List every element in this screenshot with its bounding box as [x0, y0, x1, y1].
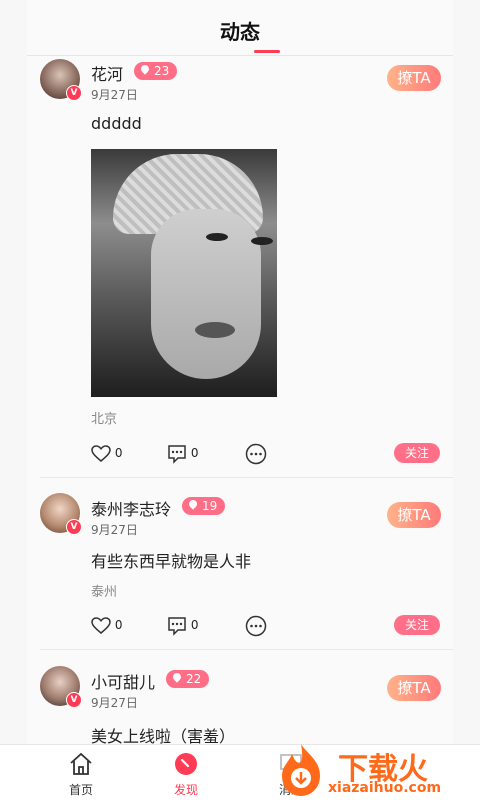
location-pin-icon: [171, 671, 183, 683]
compass-icon: [175, 753, 197, 775]
level-value: 19: [202, 499, 218, 513]
post-date: 9月27日: [91, 523, 138, 537]
user-name[interactable]: 花河: [91, 61, 123, 85]
tab-discover[interactable]: 发现: [146, 751, 226, 798]
verified-badge: V: [66, 85, 82, 101]
top-bar: 动态: [27, 0, 453, 56]
photo-eye: [206, 233, 228, 241]
post-date: 9月27日: [91, 88, 138, 102]
post-card: V 花河 23 9月27日 撩TA ddddd 北京 0 0 关注: [27, 56, 453, 478]
location-pin-icon: [187, 498, 199, 510]
comment-count: 0: [190, 618, 199, 632]
more-button[interactable]: [245, 614, 267, 637]
level-badge: 23: [134, 62, 178, 80]
more-button[interactable]: [245, 442, 267, 465]
watermark-logo: 下载火 xiazaihuo.com: [270, 740, 470, 800]
page-title: 动态: [220, 20, 260, 44]
post-photo[interactable]: [91, 149, 277, 397]
comment-button[interactable]: 0: [167, 442, 198, 464]
level-badge: 19: [182, 497, 226, 515]
home-icon: [70, 752, 92, 775]
heart-icon: [91, 616, 111, 634]
comment-button[interactable]: 0: [167, 614, 198, 636]
avatar[interactable]: V: [40, 493, 82, 535]
user-name[interactable]: 泰州李志玲: [91, 496, 171, 520]
post-actions: 0 0: [91, 614, 441, 636]
post-card: V 小可甜儿 22 9月27日 撩TA 美女上线啦（害羞）: [27, 650, 453, 744]
watermark-url: xiazaihuo.com: [328, 780, 442, 796]
flame-icon: [282, 744, 320, 796]
flirt-button[interactable]: 撩TA: [387, 65, 441, 91]
level-badge: 22: [166, 670, 210, 688]
post-location: 北京: [91, 412, 118, 427]
post-date: 9月27日: [91, 696, 138, 710]
level-value: 23: [154, 64, 170, 78]
location-pin-icon: [139, 63, 151, 75]
comment-icon: [168, 444, 186, 464]
post-card: V 泰州李志玲 19 9月27日 撩TA 有些东西早就物是人非 泰州 0 0 关…: [27, 478, 453, 650]
post-location: 泰州: [91, 585, 118, 600]
avatar[interactable]: V: [40, 59, 82, 101]
flirt-button[interactable]: 撩TA: [387, 502, 441, 528]
flirt-button[interactable]: 撩TA: [387, 675, 441, 701]
user-name[interactable]: 小可甜儿: [91, 669, 155, 693]
heart-icon: [91, 444, 111, 462]
like-count: 0: [114, 618, 123, 632]
comment-icon: [168, 616, 186, 636]
post-text: ddddd: [91, 114, 142, 133]
tab-home[interactable]: 首页: [41, 751, 121, 798]
like-button[interactable]: 0: [91, 614, 122, 636]
more-icon: [245, 443, 267, 464]
level-value: 22: [186, 672, 202, 686]
follow-button[interactable]: 关注: [394, 615, 440, 635]
active-tab-indicator: [254, 50, 280, 53]
comment-count: 0: [190, 446, 199, 460]
feed-list[interactable]: V 花河 23 9月27日 撩TA ddddd 北京 0 0 关注 V 泰州李志…: [27, 56, 453, 744]
like-count: 0: [114, 446, 123, 460]
follow-button[interactable]: 关注: [394, 443, 440, 463]
photo-eye: [251, 237, 273, 245]
verified-badge: V: [66, 692, 82, 708]
tab-label: 首页: [68, 783, 93, 797]
like-button[interactable]: 0: [91, 442, 122, 464]
tab-label: 发现: [173, 783, 198, 797]
more-icon: [245, 615, 267, 636]
photo-lips: [195, 322, 235, 338]
post-text: 有些东西早就物是人非: [91, 552, 252, 571]
post-text: 美女上线啦（害羞）: [91, 727, 236, 744]
avatar[interactable]: V: [40, 666, 82, 708]
verified-badge: V: [66, 519, 82, 535]
post-actions: 0 0: [91, 442, 441, 464]
